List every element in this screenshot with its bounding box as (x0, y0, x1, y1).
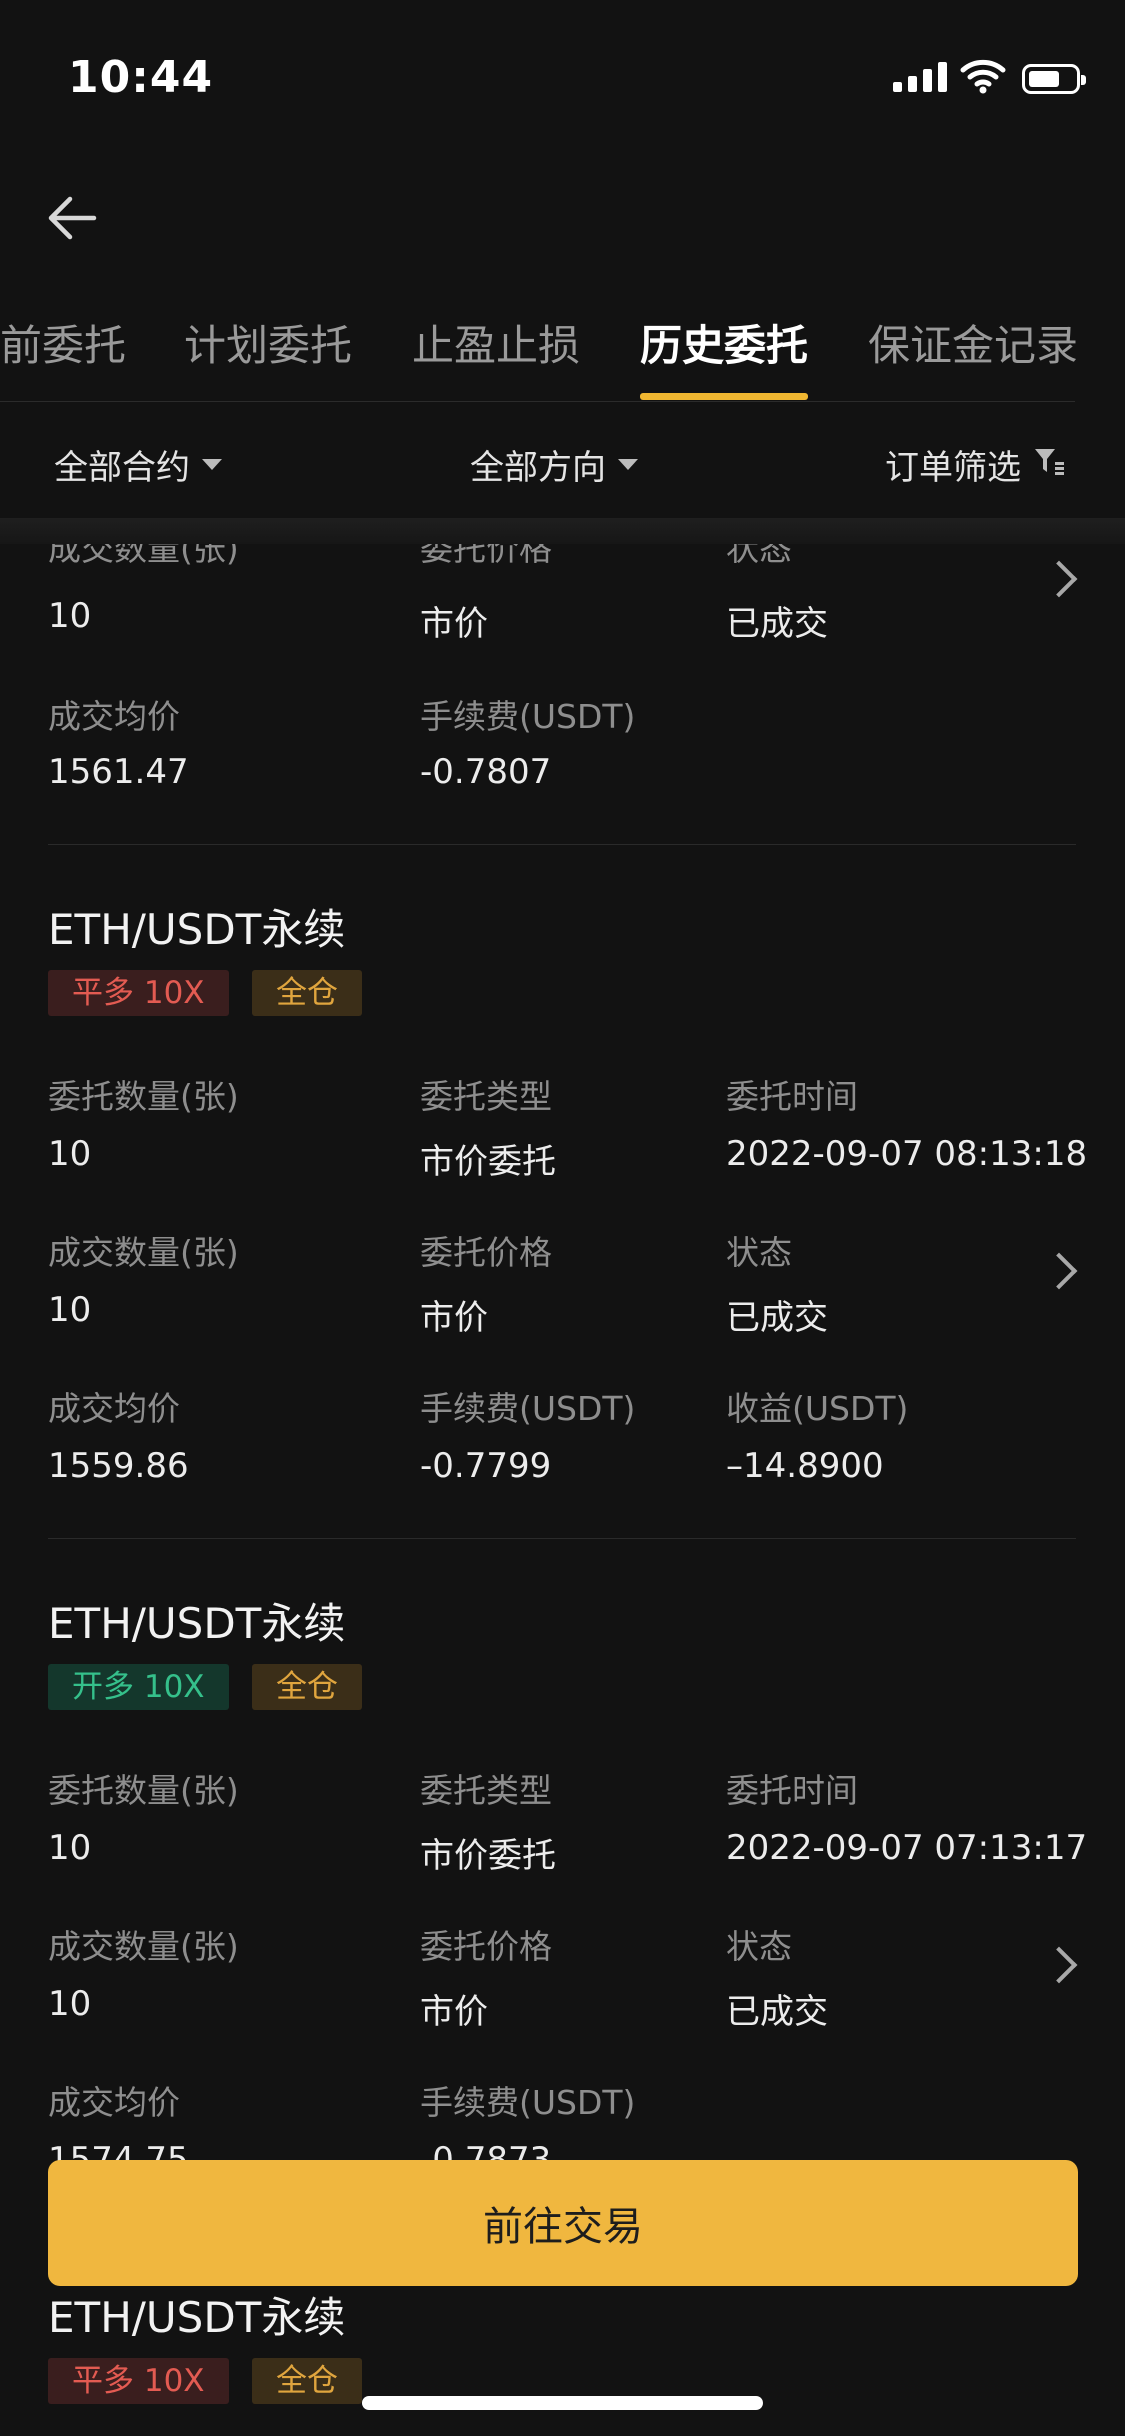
tab-margin-records[interactable]: 保证金记录 (868, 312, 1078, 373)
avg-price-label: 成交均价 (48, 2083, 180, 2122)
tabs-divider (0, 401, 1075, 402)
filter-bar-shadow (0, 518, 1125, 544)
entrust-price-label: 委托价格 (420, 1927, 552, 1966)
tab-history-orders[interactable]: 历史委托 (640, 312, 808, 373)
partial-card-label-row: 成交数量(张) 委托价格 状态 (0, 544, 1125, 584)
status-label: 状态 (726, 1927, 792, 1966)
status-value: 已成交 (726, 1298, 828, 1338)
chevron-right-icon[interactable] (1040, 1252, 1078, 1290)
status-time: 10:44 (68, 52, 214, 103)
margin-badge: 全仓 (252, 1664, 362, 1710)
profit-label: 收益(USDT) (726, 1389, 909, 1428)
side-badge: 开多 10X (48, 1664, 229, 1710)
entrust-time-label: 委托时间 (726, 1771, 858, 1810)
entrust-time-value: 2022-09-07 08:13:18 (726, 1134, 1088, 1174)
direction-filter-label: 全部方向 (470, 448, 606, 488)
battery-icon (1022, 64, 1086, 94)
entrust-time-value: 2022-09-07 07:13:17 (726, 1828, 1088, 1868)
go-trade-button[interactable]: 前往交易 (48, 2160, 1078, 2286)
back-arrow-icon[interactable] (44, 190, 100, 250)
profit-value: –14.8900 (726, 1446, 884, 1486)
entrust-price-value: 市价 (420, 1992, 488, 2032)
status-value: 已成交 (726, 604, 828, 644)
order-filter[interactable]: 订单筛选 (885, 440, 1065, 489)
filter-icon (1033, 445, 1065, 485)
status-value: 已成交 (726, 1992, 828, 2032)
deal-qty-label: 成交数量(张) (48, 1927, 239, 1966)
fee-label: 手续费(USDT) (420, 1389, 636, 1428)
fee-value: -0.7799 (420, 1446, 552, 1486)
entrust-type-value: 市价委托 (420, 1836, 556, 1876)
order-pair-title: ETH/USDT永续 (48, 905, 346, 954)
tab-plan-orders[interactable]: 计划委托 (184, 312, 352, 373)
tab-tp-sl[interactable]: 止盈止损 (412, 312, 580, 373)
order-pair-title: ETH/USDT永续 (48, 2293, 346, 2342)
entrust-price-label: 委托价格 (420, 544, 552, 568)
card-divider (48, 1538, 1076, 1539)
deal-qty-value: 10 (48, 1984, 92, 2024)
order-filter-label: 订单筛选 (885, 448, 1021, 488)
entrust-time-label: 委托时间 (726, 1077, 858, 1116)
caret-down-icon (202, 459, 222, 470)
avg-price-value: 1559.86 (48, 1446, 189, 1486)
direction-filter[interactable]: 全部方向 (470, 440, 638, 489)
fee-label: 手续费(USDT) (420, 2083, 636, 2122)
margin-badge: 全仓 (252, 970, 362, 1016)
deal-qty-value: 10 (48, 596, 92, 636)
contract-filter[interactable]: 全部合约 (54, 440, 222, 489)
avg-price-value: 1561.47 (48, 752, 189, 792)
home-indicator (362, 2396, 763, 2410)
entrust-qty-value: 10 (48, 1134, 92, 1174)
entrust-type-value: 市价委托 (420, 1142, 556, 1182)
deal-qty-value: 10 (48, 1290, 92, 1330)
side-badge: 平多 10X (48, 2358, 229, 2404)
margin-badge: 全仓 (252, 2358, 362, 2404)
avg-price-label: 成交均价 (48, 1389, 180, 1428)
wifi-icon (960, 58, 1006, 98)
entrust-price-value: 市价 (420, 604, 488, 644)
entrust-qty-value: 10 (48, 1828, 92, 1868)
card-divider (48, 844, 1076, 845)
fee-value: -0.7807 (420, 752, 552, 792)
active-tab-indicator (640, 393, 808, 400)
entrust-price-value: 市价 (420, 1298, 488, 1338)
entrust-qty-label: 委托数量(张) (48, 1771, 239, 1810)
deal-qty-label: 成交数量(张) (48, 544, 239, 568)
order-pair-title: ETH/USDT永续 (48, 1599, 346, 1648)
entrust-type-label: 委托类型 (420, 1077, 552, 1116)
caret-down-icon (618, 459, 638, 470)
entrust-price-label: 委托价格 (420, 1233, 552, 1272)
side-badge: 平多 10X (48, 970, 229, 1016)
tab-current-orders[interactable]: 前委托 (0, 312, 126, 373)
status-label: 状态 (726, 1233, 792, 1272)
entrust-type-label: 委托类型 (420, 1771, 552, 1810)
entrust-qty-label: 委托数量(张) (48, 1077, 239, 1116)
chevron-right-icon[interactable] (1040, 1946, 1078, 1984)
signal-icon (893, 62, 947, 92)
status-label: 状态 (726, 544, 792, 568)
deal-qty-label: 成交数量(张) (48, 1233, 239, 1272)
fee-label: 手续费(USDT) (420, 697, 636, 736)
avg-price-label: 成交均价 (48, 697, 180, 736)
contract-filter-label: 全部合约 (54, 448, 190, 488)
